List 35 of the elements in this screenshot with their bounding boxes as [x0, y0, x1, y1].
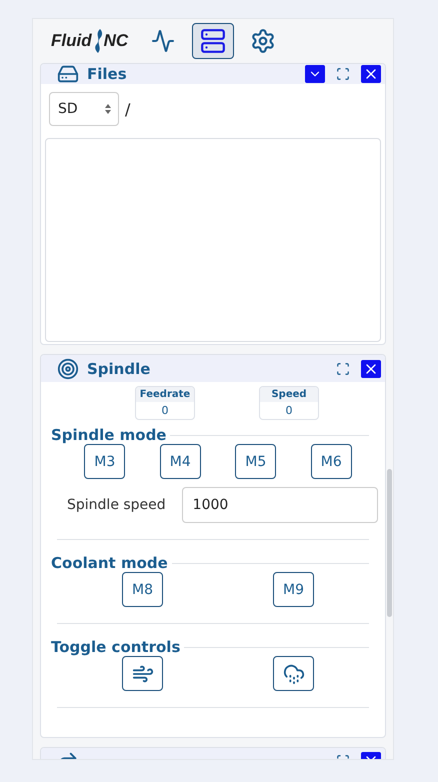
logo: Fluid NC	[51, 28, 128, 54]
path-text: /	[125, 100, 130, 118]
speed-input[interactable]: 1000	[182, 487, 378, 523]
section-title: Coolant mode	[51, 554, 168, 572]
sort-icon	[104, 103, 112, 115]
mode-button[interactable]: M6	[310, 444, 352, 479]
fullscreen-icon	[336, 362, 350, 376]
collapse-button[interactable]	[305, 65, 325, 83]
toggle-button[interactable]	[273, 656, 314, 691]
mode-button[interactable]: M4	[160, 444, 201, 479]
section-title: Spindle mode	[51, 426, 166, 444]
storage-select[interactable]: SD	[49, 92, 119, 126]
pulse-icon	[151, 29, 176, 53]
server-icon	[200, 28, 226, 54]
toggle-button[interactable]	[122, 656, 163, 691]
fullscreen-icon	[336, 67, 350, 81]
cloud-rain-icon	[282, 662, 304, 684]
readout-label: Feedrate	[136, 387, 194, 402]
mode-button[interactable]: M9	[273, 572, 314, 607]
readout-label: Speed	[260, 387, 318, 402]
close-button[interactable]	[361, 360, 381, 378]
panel-title: Files	[87, 65, 128, 83]
drive-icon	[57, 64, 79, 85]
mode-button[interactable]: M3	[84, 444, 126, 479]
readout-value: 0	[160, 403, 170, 419]
target-icon	[57, 358, 79, 380]
panel-title: Spindle	[87, 360, 152, 378]
mode-button[interactable]: M5	[235, 444, 276, 479]
mode-button[interactable]: M8	[122, 572, 163, 607]
readout-value: 0	[284, 403, 294, 419]
nav-tab[interactable]	[192, 23, 234, 59]
section-title: Toggle controls	[51, 638, 180, 656]
settings-icon	[250, 28, 276, 54]
close-button[interactable]	[361, 65, 381, 83]
field-label: Spindle speed	[67, 497, 166, 513]
